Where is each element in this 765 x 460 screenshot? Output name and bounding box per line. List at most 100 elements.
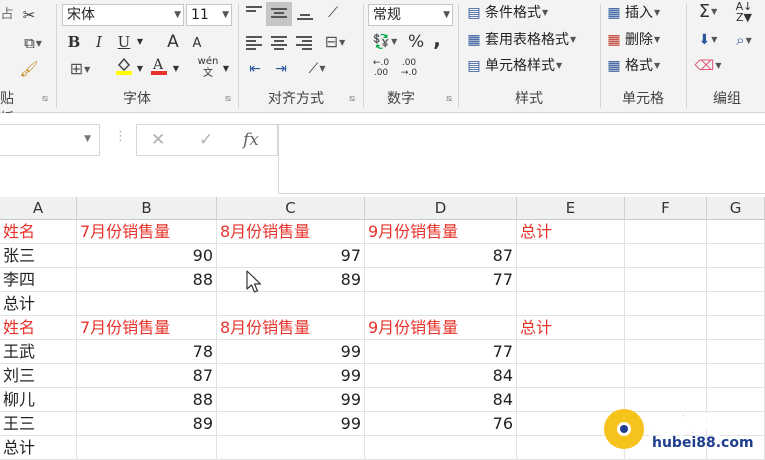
- font-name-combo[interactable]: 宋体 ▼: [62, 4, 184, 26]
- cell-d2[interactable]: 87: [365, 244, 517, 268]
- name-box[interactable]: ▼: [0, 124, 100, 156]
- cell-c8[interactable]: 99: [217, 388, 365, 412]
- paste-partial[interactable]: 占: [0, 4, 14, 26]
- conditional-format-button[interactable]: ▤ 条件格式▼: [465, 2, 548, 24]
- cell-b6[interactable]: 78: [77, 340, 217, 364]
- enter-icon[interactable]: ✓: [199, 130, 213, 150]
- cell-b7[interactable]: 87: [77, 364, 217, 388]
- decrease-indent-icon[interactable]: ⇤: [243, 58, 267, 80]
- cell-a7[interactable]: 刘三: [0, 364, 77, 388]
- cell-d10[interactable]: [365, 436, 517, 460]
- merge-center-icon[interactable]: ⊟▼: [319, 31, 351, 53]
- cell-b10[interactable]: [77, 436, 217, 460]
- cell-f4[interactable]: [625, 292, 707, 316]
- fill-color-icon[interactable]: [113, 56, 135, 78]
- formula-bar-grip-icon[interactable]: ⋮: [114, 129, 127, 144]
- column-header-d[interactable]: D: [365, 197, 517, 220]
- number-format-combo[interactable]: 常规 ▼: [368, 4, 453, 26]
- top-align-icon[interactable]: [246, 6, 262, 20]
- cell-a9[interactable]: 王三: [0, 412, 77, 436]
- cell-f2[interactable]: [625, 244, 707, 268]
- align-right-icon[interactable]: [296, 36, 312, 50]
- cell-e7[interactable]: [517, 364, 625, 388]
- cell-c2[interactable]: 97: [217, 244, 365, 268]
- cell-styles-button[interactable]: ▤ 单元格样式▼: [465, 55, 562, 77]
- font-color-dropdown-icon[interactable]: ▼: [171, 58, 181, 80]
- cell-d6[interactable]: 77: [365, 340, 517, 364]
- cell-d5[interactable]: 9月份销售量: [365, 316, 517, 340]
- cell-a10[interactable]: 总计: [0, 436, 77, 460]
- phonetic-icon[interactable]: wén 文: [196, 56, 220, 79]
- column-header-b[interactable]: B: [77, 197, 217, 220]
- cell-b4[interactable]: [77, 292, 217, 316]
- column-header-g[interactable]: G: [707, 197, 765, 220]
- cell-e1[interactable]: 总计: [517, 220, 625, 244]
- fill-icon[interactable]: ⬇▼: [693, 29, 723, 51]
- decrease-decimal-icon[interactable]: .00 →.0: [396, 58, 422, 80]
- cell-g5[interactable]: [707, 316, 765, 340]
- comma-button[interactable]: ,: [429, 28, 445, 50]
- cell-d7[interactable]: 84: [365, 364, 517, 388]
- align-left-icon[interactable]: [246, 36, 262, 50]
- increase-indent-icon[interactable]: ⇥: [269, 58, 293, 80]
- font-launcher-icon[interactable]: ⧅: [223, 94, 233, 104]
- alignment-launcher-icon[interactable]: ⧅: [347, 94, 357, 104]
- cell-b2[interactable]: 90: [77, 244, 217, 268]
- cell-d9[interactable]: 76: [365, 412, 517, 436]
- cell-f6[interactable]: [625, 340, 707, 364]
- cell-e5[interactable]: 总计: [517, 316, 625, 340]
- cell-e2[interactable]: [517, 244, 625, 268]
- cell-c3[interactable]: 89: [217, 268, 365, 292]
- cell-e3[interactable]: [517, 268, 625, 292]
- copy-icon[interactable]: ⧉▼: [18, 32, 48, 54]
- cell-a1[interactable]: 姓名: [0, 220, 77, 244]
- cell-c6[interactable]: 99: [217, 340, 365, 364]
- align-center-icon[interactable]: [271, 36, 287, 50]
- cell-f3[interactable]: [625, 268, 707, 292]
- cell-f1[interactable]: [625, 220, 707, 244]
- cell-a2[interactable]: 张三: [0, 244, 77, 268]
- chevron-down-icon[interactable]: ▼: [84, 134, 91, 144]
- cell-a5[interactable]: 姓名: [0, 316, 77, 340]
- cell-d3[interactable]: 77: [365, 268, 517, 292]
- column-header-a[interactable]: A: [0, 197, 77, 220]
- sort-filter-icon[interactable]: A↓ Z▼: [729, 1, 759, 23]
- format-painter-icon[interactable]: 🖌: [18, 58, 40, 80]
- grow-font-button[interactable]: A: [163, 31, 183, 53]
- format-button[interactable]: ▦ 格式▼: [605, 55, 660, 77]
- format-as-table-button[interactable]: ▦ 套用表格格式▼: [465, 29, 576, 51]
- number-launcher-icon[interactable]: ⧅: [444, 94, 454, 104]
- cut-icon[interactable]: ✂: [18, 4, 40, 26]
- orientation-icon[interactable]: ⟋: [323, 2, 343, 24]
- italic-button[interactable]: I: [90, 31, 108, 53]
- font-size-combo[interactable]: 11 ▼: [186, 4, 232, 26]
- middle-align-icon[interactable]: [271, 8, 287, 22]
- underline-button[interactable]: U: [115, 31, 133, 53]
- cell-b9[interactable]: 89: [77, 412, 217, 436]
- border-icon[interactable]: ⊞▼: [65, 58, 95, 80]
- cell-b3[interactable]: 88: [77, 268, 217, 292]
- insert-button[interactable]: ▦ 插入▼: [605, 2, 660, 24]
- cell-g7[interactable]: [707, 364, 765, 388]
- column-header-f[interactable]: F: [625, 197, 707, 220]
- cell-c1[interactable]: 8月份销售量: [217, 220, 365, 244]
- clear-icon[interactable]: ⌫▼: [693, 55, 723, 77]
- cell-g1[interactable]: [707, 220, 765, 244]
- find-select-icon[interactable]: ⌕▼: [729, 29, 759, 51]
- shrink-font-button[interactable]: A: [188, 33, 206, 55]
- cell-f7[interactable]: [625, 364, 707, 388]
- cell-d1[interactable]: 9月份销售量: [365, 220, 517, 244]
- cell-b1[interactable]: 7月份销售量: [77, 220, 217, 244]
- cell-g2[interactable]: [707, 244, 765, 268]
- cell-a6[interactable]: 王武: [0, 340, 77, 364]
- bold-button[interactable]: B: [65, 31, 83, 53]
- formula-input[interactable]: [278, 124, 765, 194]
- percent-button[interactable]: %: [408, 31, 424, 53]
- phonetic-dropdown-icon[interactable]: ▼: [221, 58, 231, 80]
- cell-a8[interactable]: 柳儿: [0, 388, 77, 412]
- cell-a4[interactable]: 总计: [0, 292, 77, 316]
- cell-g6[interactable]: [707, 340, 765, 364]
- cell-d4[interactable]: [365, 292, 517, 316]
- cell-c4[interactable]: [217, 292, 365, 316]
- delete-button[interactable]: ▦ 删除▼: [605, 29, 660, 51]
